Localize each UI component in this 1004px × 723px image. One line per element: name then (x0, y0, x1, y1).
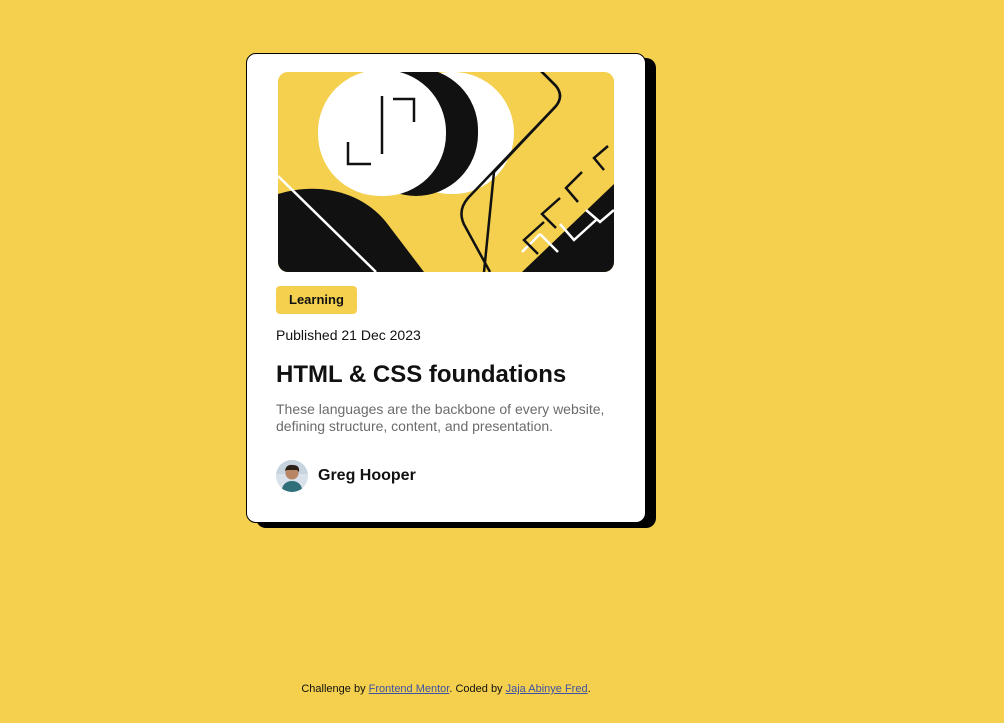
attribution-middle: . Coded by (449, 683, 503, 695)
attribution-suffix: . (587, 683, 591, 695)
author-avatar-icon (276, 460, 308, 492)
article-title[interactable]: HTML & CSS foundations (276, 359, 566, 391)
article-illustration (278, 72, 614, 272)
blog-preview-card: Learning Published 21 Dec 2023 HTML & CS… (246, 53, 646, 523)
coder-link[interactable]: Jaja Abinye Fred (506, 683, 588, 695)
author-name: Greg Hooper (318, 467, 416, 484)
category-tag: Learning (276, 286, 357, 314)
attribution-prefix: Challenge by (301, 683, 366, 695)
frontend-mentor-link[interactable]: Frontend Mentor (369, 683, 450, 695)
article-description: These languages are the backbone of ever… (276, 401, 605, 434)
published-date: Published 21 Dec 2023 (276, 327, 421, 343)
author: Greg Hooper (276, 460, 416, 492)
attribution: Challenge by Frontend Mentor. Coded by J… (0, 682, 892, 696)
